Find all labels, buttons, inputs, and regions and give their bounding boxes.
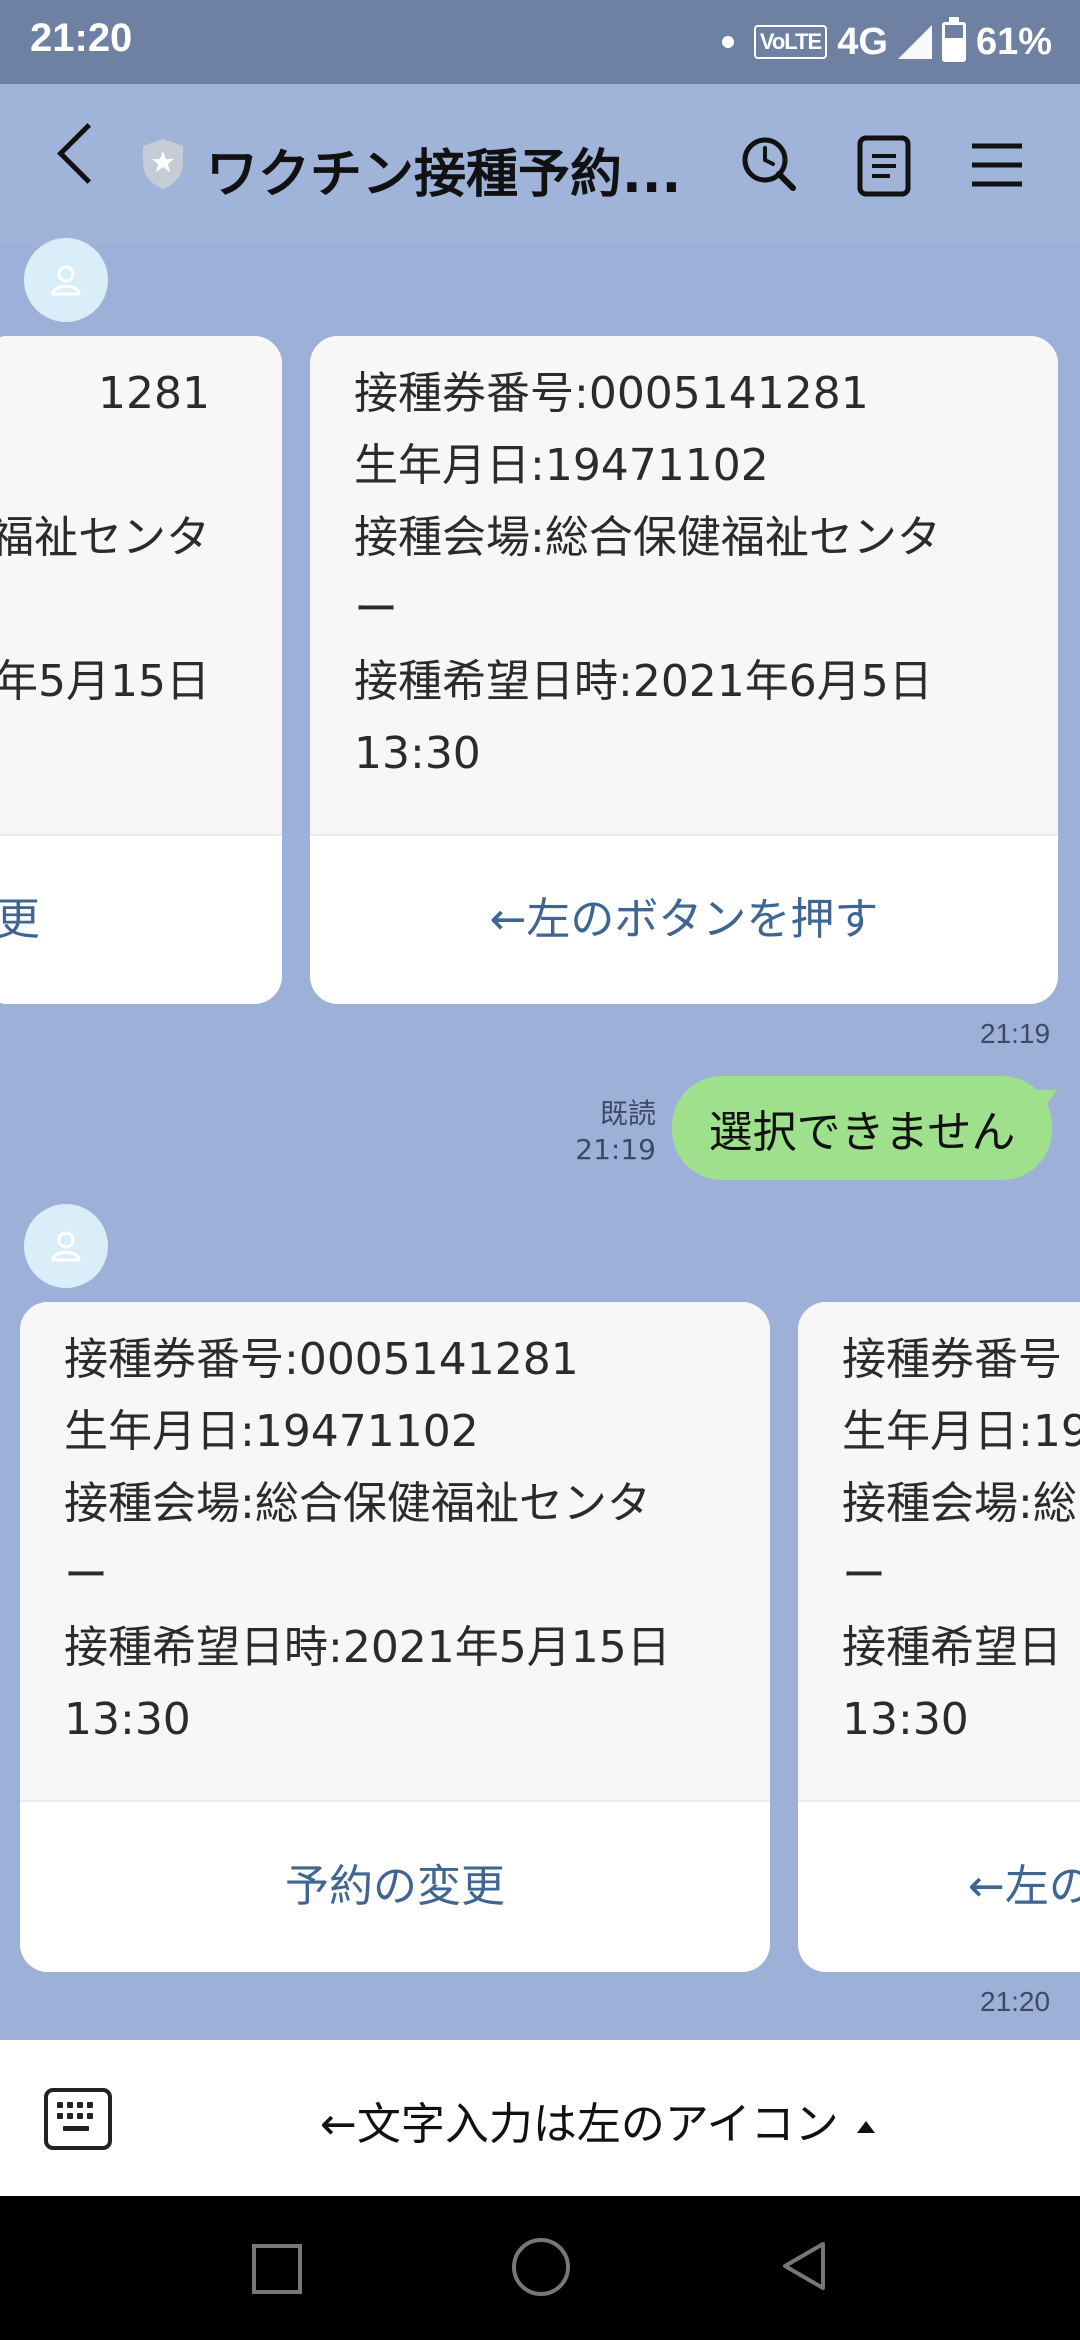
avatar-icon [51,265,81,296]
card-line: 1281 [98,368,210,419]
signal-icon [897,25,932,59]
message-time: 21:19 [980,1018,1051,1049]
back-icon[interactable] [57,123,118,184]
search-icon[interactable] [735,130,805,200]
card-line: ー [842,1550,886,1601]
battery-percent: 61% [975,20,1052,63]
ticket-number: 接種券番号:0005141281 [354,368,869,419]
card-button[interactable]: ←左の [798,1800,1080,1972]
caret-up-icon [856,2121,875,2133]
chat-title: ワクチン接種予約... [206,145,682,205]
card-line: 接種希望日 [842,1622,1062,1673]
press-left-button[interactable]: ←左のボタンを押す [310,834,1058,1004]
avatar-icon [51,1231,81,1262]
card-line: 福祉センタ [0,512,210,563]
carousel-card-partial[interactable]: 1281 福祉センタ 年5月15日 更 [0,336,282,1004]
requested-time: 13:30 [64,1694,191,1745]
card-line: 接種会場:総 [842,1478,1077,1529]
notes-icon[interactable] [850,130,920,200]
card-line: 生年月日:19 [842,1406,1080,1457]
birth-date: 生年月日:19471102 [354,440,769,491]
requested-datetime: 接種希望日時:2021年6月5日 [354,656,933,707]
venue: 接種会場:総合保健福祉センタ [354,512,941,563]
avatar[interactable] [24,1204,108,1288]
card-body: 1281 福祉センタ 年5月15日 [0,336,282,836]
carousel-card: 接種券番号:0005141281 生年月日:19471102 接種会場:総合保健… [310,336,1058,1004]
shield-icon [143,139,183,189]
avatar[interactable] [24,238,108,322]
sent-message-bubble[interactable]: 選択できません [672,1076,1052,1180]
sent-time: 21:19 [575,1133,656,1166]
card-line [0,574,210,646]
input-bar: ←文字入力は左のアイコン [0,2040,1080,2196]
card-line: 年5月15日 [0,656,210,707]
recents-icon[interactable] [252,2244,302,2294]
ticket-number: 接種券番号:0005141281 [64,1334,579,1385]
requested-time: 13:30 [354,728,481,779]
status-bar: 21:20 VoLTE 4G 61% [0,0,1080,84]
menu-icon[interactable] [962,130,1032,200]
carousel-card-partial[interactable]: 接種券番号 生年月日:19 接種会場:総 ー 接種希望日 13:30 ←左の [798,1302,1080,1972]
card-line [0,430,210,502]
back-nav-icon[interactable] [775,2238,831,2294]
sent-message-text: 選択できません [708,1107,1016,1158]
battery-icon [941,17,966,62]
card-line: 13:30 [842,1694,969,1745]
chat-header: ワクチン接種予約... [0,84,1080,244]
carousel-card: 接種券番号:0005141281 生年月日:19471102 接種会場:総合保健… [20,1302,770,1972]
keyboard-icon[interactable] [44,2088,112,2150]
volte-icon: VoLTE [753,25,828,59]
birth-date: 生年月日:19471102 [64,1406,479,1457]
venue-cont: ー [64,1550,108,1601]
venue-cont: ー [354,584,398,635]
network-type: 4G [837,20,888,63]
system-nav-bar [0,2196,1080,2340]
rich-menu-toggle[interactable]: ←文字入力は左のアイコン [320,2088,875,2152]
status-time: 21:20 [30,16,133,60]
change-reservation-button[interactable]: 予約の変更 [20,1800,770,1972]
card-button[interactable]: 更 [0,834,282,1004]
venue: 接種会場:総合保健福祉センタ [64,1478,651,1529]
card-line: 接種券番号 [842,1334,1062,1385]
requested-datetime: 接種希望日時:2021年5月15日 [64,1622,671,1673]
read-label: 既読 [599,1097,656,1130]
message-time: 21:20 [980,1986,1051,2017]
read-receipt: 既読 21:19 [560,1096,656,1168]
notification-dot-icon [721,36,734,48]
card-body: 接種券番号 生年月日:19 接種会場:総 ー 接種希望日 13:30 [798,1302,1080,1802]
status-icons: VoLTE 4G 61% [721,14,1052,70]
rich-menu-label: ←文字入力は左のアイコン [320,2099,839,2150]
card-body: 接種券番号:0005141281 生年月日:19471102 接種会場:総合保健… [310,336,1058,836]
card-body: 接種券番号:0005141281 生年月日:19471102 接種会場:総合保健… [20,1302,770,1802]
home-icon[interactable] [512,2238,570,2296]
